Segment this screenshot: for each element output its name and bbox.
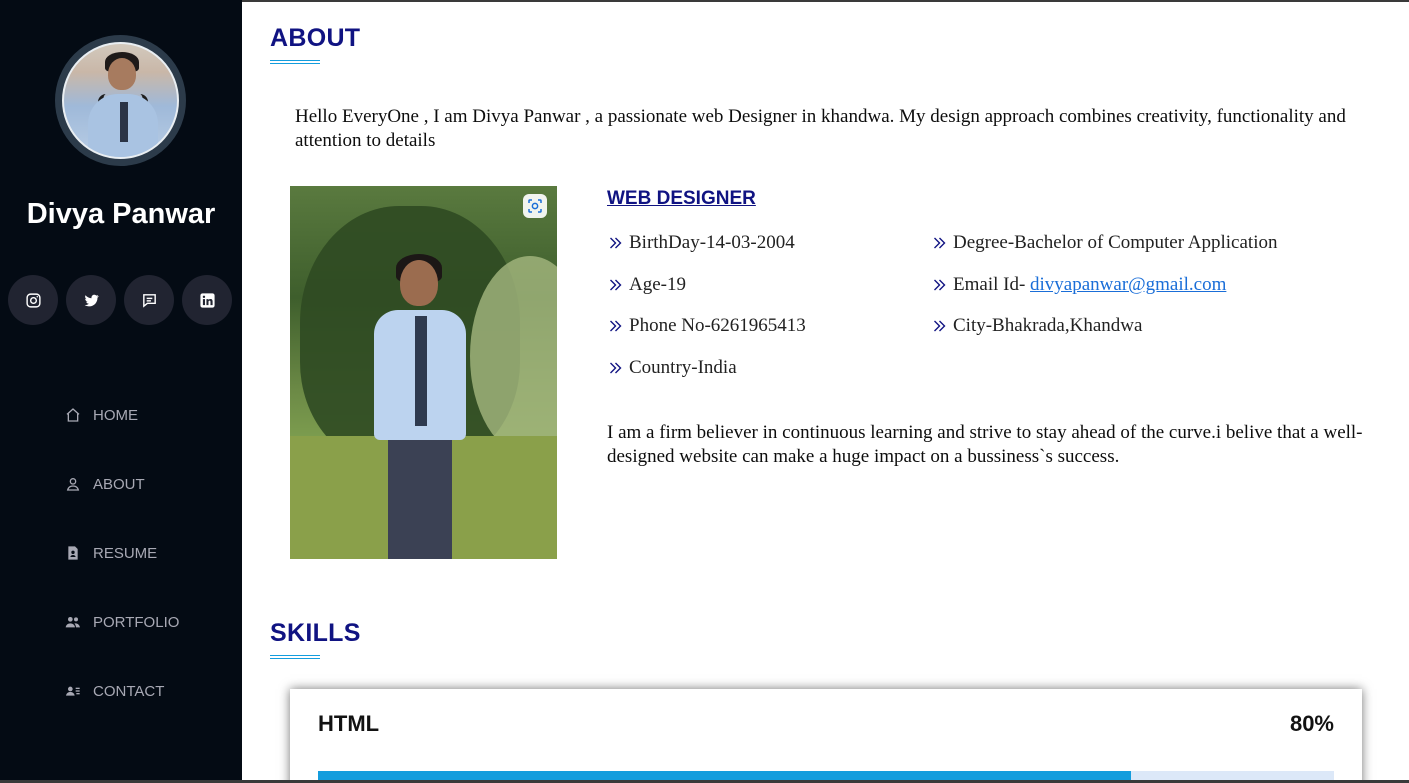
about-title-underline (270, 60, 320, 64)
twitter-icon (84, 294, 99, 306)
nav-about[interactable]: ABOUT (63, 464, 145, 504)
skill-card-html: HTML 80% (290, 689, 1362, 780)
skills-title-underline (270, 655, 320, 659)
chevron-double-right-icon (610, 362, 622, 374)
instagram-link[interactable] (8, 275, 58, 325)
people-icon (63, 612, 83, 632)
nav-home[interactable]: HOME (63, 395, 138, 435)
about-title: ABOUT (270, 24, 361, 52)
personal-facts: BirthDay-14-03-2004 Age-19 Phone No-6261… (607, 230, 1387, 390)
home-icon (63, 405, 83, 425)
nav-about-label: ABOUT (93, 475, 145, 493)
person-icon (63, 474, 83, 494)
main-content: ABOUT Hello EveryOne , I am Divya Panwar… (242, 2, 1409, 780)
profile-name: Divya Panwar (26, 198, 216, 230)
visual-search-button[interactable] (523, 194, 547, 218)
message-link[interactable] (124, 275, 174, 325)
linkedin-icon (199, 292, 215, 308)
chevron-double-right-icon (934, 237, 946, 249)
nav-portfolio[interactable]: PORTFOLIO (63, 602, 179, 642)
skill-progress-fill (318, 771, 1131, 780)
avatar-photo (62, 42, 179, 159)
browser-viewport: Divya Panwar HOME ABOUT RESUME PORTFOLIO… (0, 0, 1409, 783)
skill-name: HTML (318, 711, 380, 736)
chevron-double-right-icon (610, 279, 622, 291)
nav-contact[interactable]: CONTACT (63, 671, 164, 711)
fact-age: Age-19 (607, 272, 686, 298)
social-links (8, 275, 238, 327)
instagram-icon (25, 292, 41, 308)
chevron-double-right-icon (610, 237, 622, 249)
email-link[interactable]: divyapanwar@gmail.com (1030, 274, 1226, 296)
chevron-double-right-icon (934, 279, 946, 291)
file-icon (63, 543, 83, 563)
skill-percent: 80% (1289, 711, 1334, 736)
nav-contact-label: CONTACT (93, 682, 165, 700)
chevron-double-right-icon (610, 320, 622, 332)
fact-birthday: BirthDay-14-03-2004 (607, 230, 795, 256)
message-icon (142, 293, 156, 308)
about-intro: Hello EveryOne , I am Divya Panwar , a p… (295, 106, 1346, 151)
profile-photo (290, 186, 557, 559)
fact-degree: Degree-Bachelor of Computer Application (931, 230, 1277, 256)
nav-portfolio-label: PORTFOLIO (93, 613, 180, 631)
nav-resume-label: RESUME (93, 544, 158, 562)
fact-email: Email Id- divyapanwar@gmail.com (931, 272, 1226, 298)
about-belief: I am a firm believer in continuous learn… (607, 422, 1363, 467)
fact-city: City-Bhakrada,Khandwa (931, 313, 1142, 339)
contact-card-icon (63, 681, 83, 701)
profile-avatar (55, 35, 186, 166)
fact-phone: Phone No-6261965413 (607, 313, 806, 339)
skills-title: SKILLS (270, 619, 361, 647)
linkedin-link[interactable] (182, 275, 232, 325)
nav-home-label: HOME (93, 406, 138, 424)
sidebar: Divya Panwar HOME ABOUT RESUME PORTFOLIO… (0, 0, 242, 780)
fact-country: Country-India (607, 355, 737, 381)
lens-search-icon (528, 199, 542, 213)
nav-resume[interactable]: RESUME (63, 533, 157, 573)
chevron-double-right-icon (934, 320, 946, 332)
skill-progress-track (318, 771, 1334, 780)
role-heading[interactable]: WEB DESIGNER (607, 188, 756, 210)
twitter-link[interactable] (66, 275, 116, 325)
